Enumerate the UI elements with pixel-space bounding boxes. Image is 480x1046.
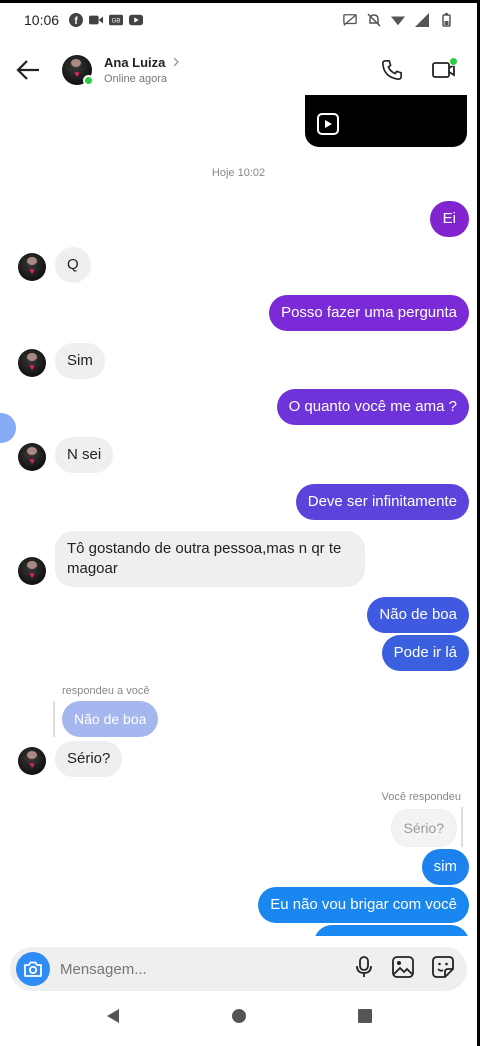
message-row: Deve ser infinitamente xyxy=(0,484,477,520)
microphone-icon[interactable] xyxy=(353,955,375,984)
wifi-icon xyxy=(391,13,405,27)
video-online-dot xyxy=(449,57,458,66)
reply-label: respondeu a você xyxy=(62,685,150,697)
quoted-message[interactable]: Sério? xyxy=(390,809,457,847)
reply-label: Você respondeu xyxy=(381,791,461,803)
gb-icon: GB xyxy=(109,13,124,27)
message-row: Posso fazer uma pergunta xyxy=(0,295,477,331)
sender-avatar[interactable]: ♥ xyxy=(18,253,46,281)
chat-header: ♥ Ana Luiza Online agora xyxy=(0,43,477,97)
message-row: Eu não vou brigar com você xyxy=(0,887,477,923)
message-input[interactable] xyxy=(50,960,353,978)
sender-avatar[interactable]: ♥ xyxy=(18,557,46,585)
received-message[interactable]: Sério? xyxy=(55,741,123,777)
quoted-row: Não de boa xyxy=(0,701,477,737)
status-time: 10:06 xyxy=(24,12,60,28)
sent-message[interactable]: Pode ir lá xyxy=(381,635,469,671)
sent-message[interactable]: Eu não vou brigar com você xyxy=(258,887,469,923)
battery-icon xyxy=(439,13,453,27)
back-nav-icon[interactable] xyxy=(105,1008,121,1029)
day-timestamp: Hoje 10:02 xyxy=(211,167,266,179)
message-row: ♥ Q xyxy=(0,247,477,283)
chevron-right-icon xyxy=(173,55,180,70)
online-indicator xyxy=(83,75,94,86)
gallery-icon[interactable] xyxy=(391,955,415,984)
sent-message[interactable]: Não de boa xyxy=(367,597,469,633)
mute-icon xyxy=(367,13,381,27)
camera-icon[interactable] xyxy=(16,952,50,986)
sender-avatar[interactable]: ♥ xyxy=(18,747,46,775)
video-record-icon xyxy=(89,13,104,27)
svg-text:GB: GB xyxy=(112,18,121,25)
facebook-icon: f xyxy=(69,13,84,27)
sent-message[interactable]: O quanto você me ama ? xyxy=(276,389,469,425)
sent-message[interactable]: Ei xyxy=(429,201,469,237)
message-row: O quanto você me ama ? xyxy=(0,389,477,425)
reel-icon xyxy=(317,113,339,135)
contact-info[interactable]: Ana Luiza Online agora xyxy=(104,55,180,85)
message-row: ♥ Sim xyxy=(0,343,477,379)
message-thread[interactable]: Hoje 10:02 Ei ♥ Q Posso fazer uma pergun… xyxy=(0,95,477,936)
sent-message[interactable]: Posso fazer uma pergunta xyxy=(269,295,469,331)
message-row: Não de boa xyxy=(0,597,477,633)
signal-icon xyxy=(415,13,429,27)
contact-name: Ana Luiza xyxy=(104,55,166,70)
contact-status: Online agora xyxy=(104,73,167,85)
cast-icon xyxy=(343,13,357,27)
message-row: sim xyxy=(0,849,477,885)
message-row: ♥ Sério? xyxy=(0,741,477,777)
received-message[interactable]: N sei xyxy=(55,437,114,473)
received-message[interactable]: Tô gostando de outra pessoa,mas n qr te … xyxy=(55,531,365,587)
sent-message[interactable]: Deve ser infinitamente xyxy=(295,484,469,520)
received-message[interactable]: Sim xyxy=(55,343,105,379)
message-row: Pode ir lá xyxy=(0,635,477,671)
video-call-icon[interactable] xyxy=(431,57,458,83)
status-bar: 10:06 f GB xyxy=(0,3,477,37)
contact-avatar[interactable]: ♥ xyxy=(62,55,94,86)
received-message[interactable]: Q xyxy=(55,247,91,283)
sent-message[interactable]: sim xyxy=(421,849,469,885)
message-composer xyxy=(10,947,467,991)
message-row: ♥ N sei xyxy=(0,437,477,473)
quoted-row: Sério? xyxy=(0,809,477,847)
message-row: Não vou fazer nada xyxy=(0,925,477,936)
quoted-message[interactable]: Não de boa xyxy=(62,701,159,737)
sent-message[interactable]: Não vou fazer nada xyxy=(314,925,469,936)
message-row: ♥ Tô gostando de outra pessoa,mas n qr t… xyxy=(0,531,477,587)
home-nav-icon[interactable] xyxy=(231,1008,247,1029)
shared-reel-card[interactable] xyxy=(305,95,467,147)
youtube-icon xyxy=(129,13,144,27)
recents-nav-icon[interactable] xyxy=(357,1008,373,1029)
sender-avatar[interactable]: ♥ xyxy=(18,443,46,471)
phone-call-icon[interactable] xyxy=(379,57,405,83)
back-arrow-icon[interactable] xyxy=(14,56,42,84)
system-nav-bar xyxy=(0,994,477,1046)
sender-avatar[interactable]: ♥ xyxy=(18,349,46,377)
sticker-icon[interactable] xyxy=(431,955,455,984)
message-row: Ei xyxy=(0,201,477,237)
screen: 10:06 f GB ♥ Ana Luiza Online agora Hoje… xyxy=(0,0,480,1046)
